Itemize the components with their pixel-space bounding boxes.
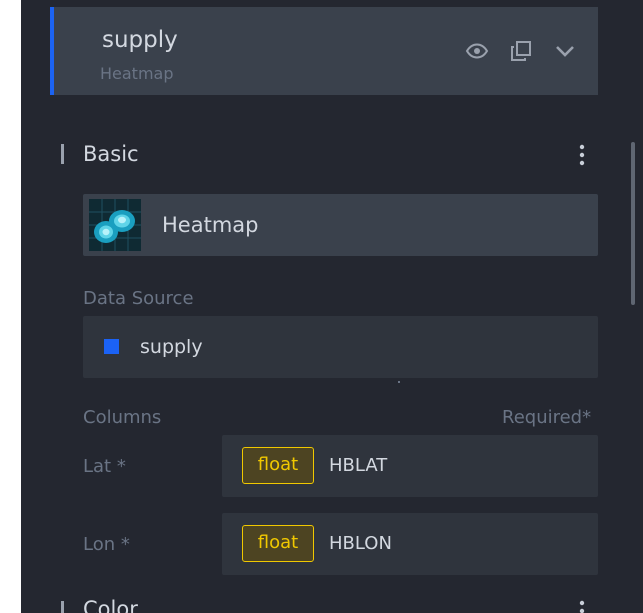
data-source-value: supply <box>140 336 203 358</box>
section-color-title[interactable]: Color <box>83 597 138 613</box>
lon-type-badge: float <box>242 525 314 562</box>
lon-column-select[interactable]: float HBLON <box>222 513 598 575</box>
visualization-label: Heatmap <box>162 213 259 237</box>
chevron-down-icon[interactable] <box>553 39 577 63</box>
data-source-label: Data Source <box>83 288 194 309</box>
data-source-select[interactable]: supply <box>83 316 598 378</box>
lon-label: Lon * <box>83 534 130 555</box>
color-more-icon[interactable] <box>573 600 591 613</box>
layer-panel: supply Heatmap Basic Heatmap Data Source… <box>21 0 643 613</box>
copy-icon[interactable] <box>509 39 533 63</box>
heatmap-thumbnail-icon <box>89 199 141 251</box>
layer-name[interactable]: supply <box>102 27 178 53</box>
lat-column-select[interactable]: float HBLAT <box>222 435 598 497</box>
required-note: Required* <box>502 407 592 428</box>
lat-label: Lat * <box>83 456 126 477</box>
divider-dot <box>398 381 400 383</box>
data-source-color-swatch <box>104 339 119 354</box>
lat-column-value: HBLAT <box>329 455 388 476</box>
columns-label: Columns <box>83 407 162 428</box>
section-color-marker <box>61 601 64 613</box>
panel-scrollbar[interactable] <box>631 142 635 305</box>
layer-type: Heatmap <box>100 64 174 83</box>
lon-column-value: HBLON <box>329 533 392 554</box>
layer-header[interactable]: supply Heatmap <box>50 7 598 95</box>
lat-type-badge: float <box>242 447 314 484</box>
section-basic-marker <box>61 144 64 164</box>
visualization-select[interactable]: Heatmap <box>83 194 598 256</box>
section-basic-title[interactable]: Basic <box>83 142 139 166</box>
eye-icon[interactable] <box>465 39 489 63</box>
basic-more-icon[interactable] <box>573 144 591 166</box>
